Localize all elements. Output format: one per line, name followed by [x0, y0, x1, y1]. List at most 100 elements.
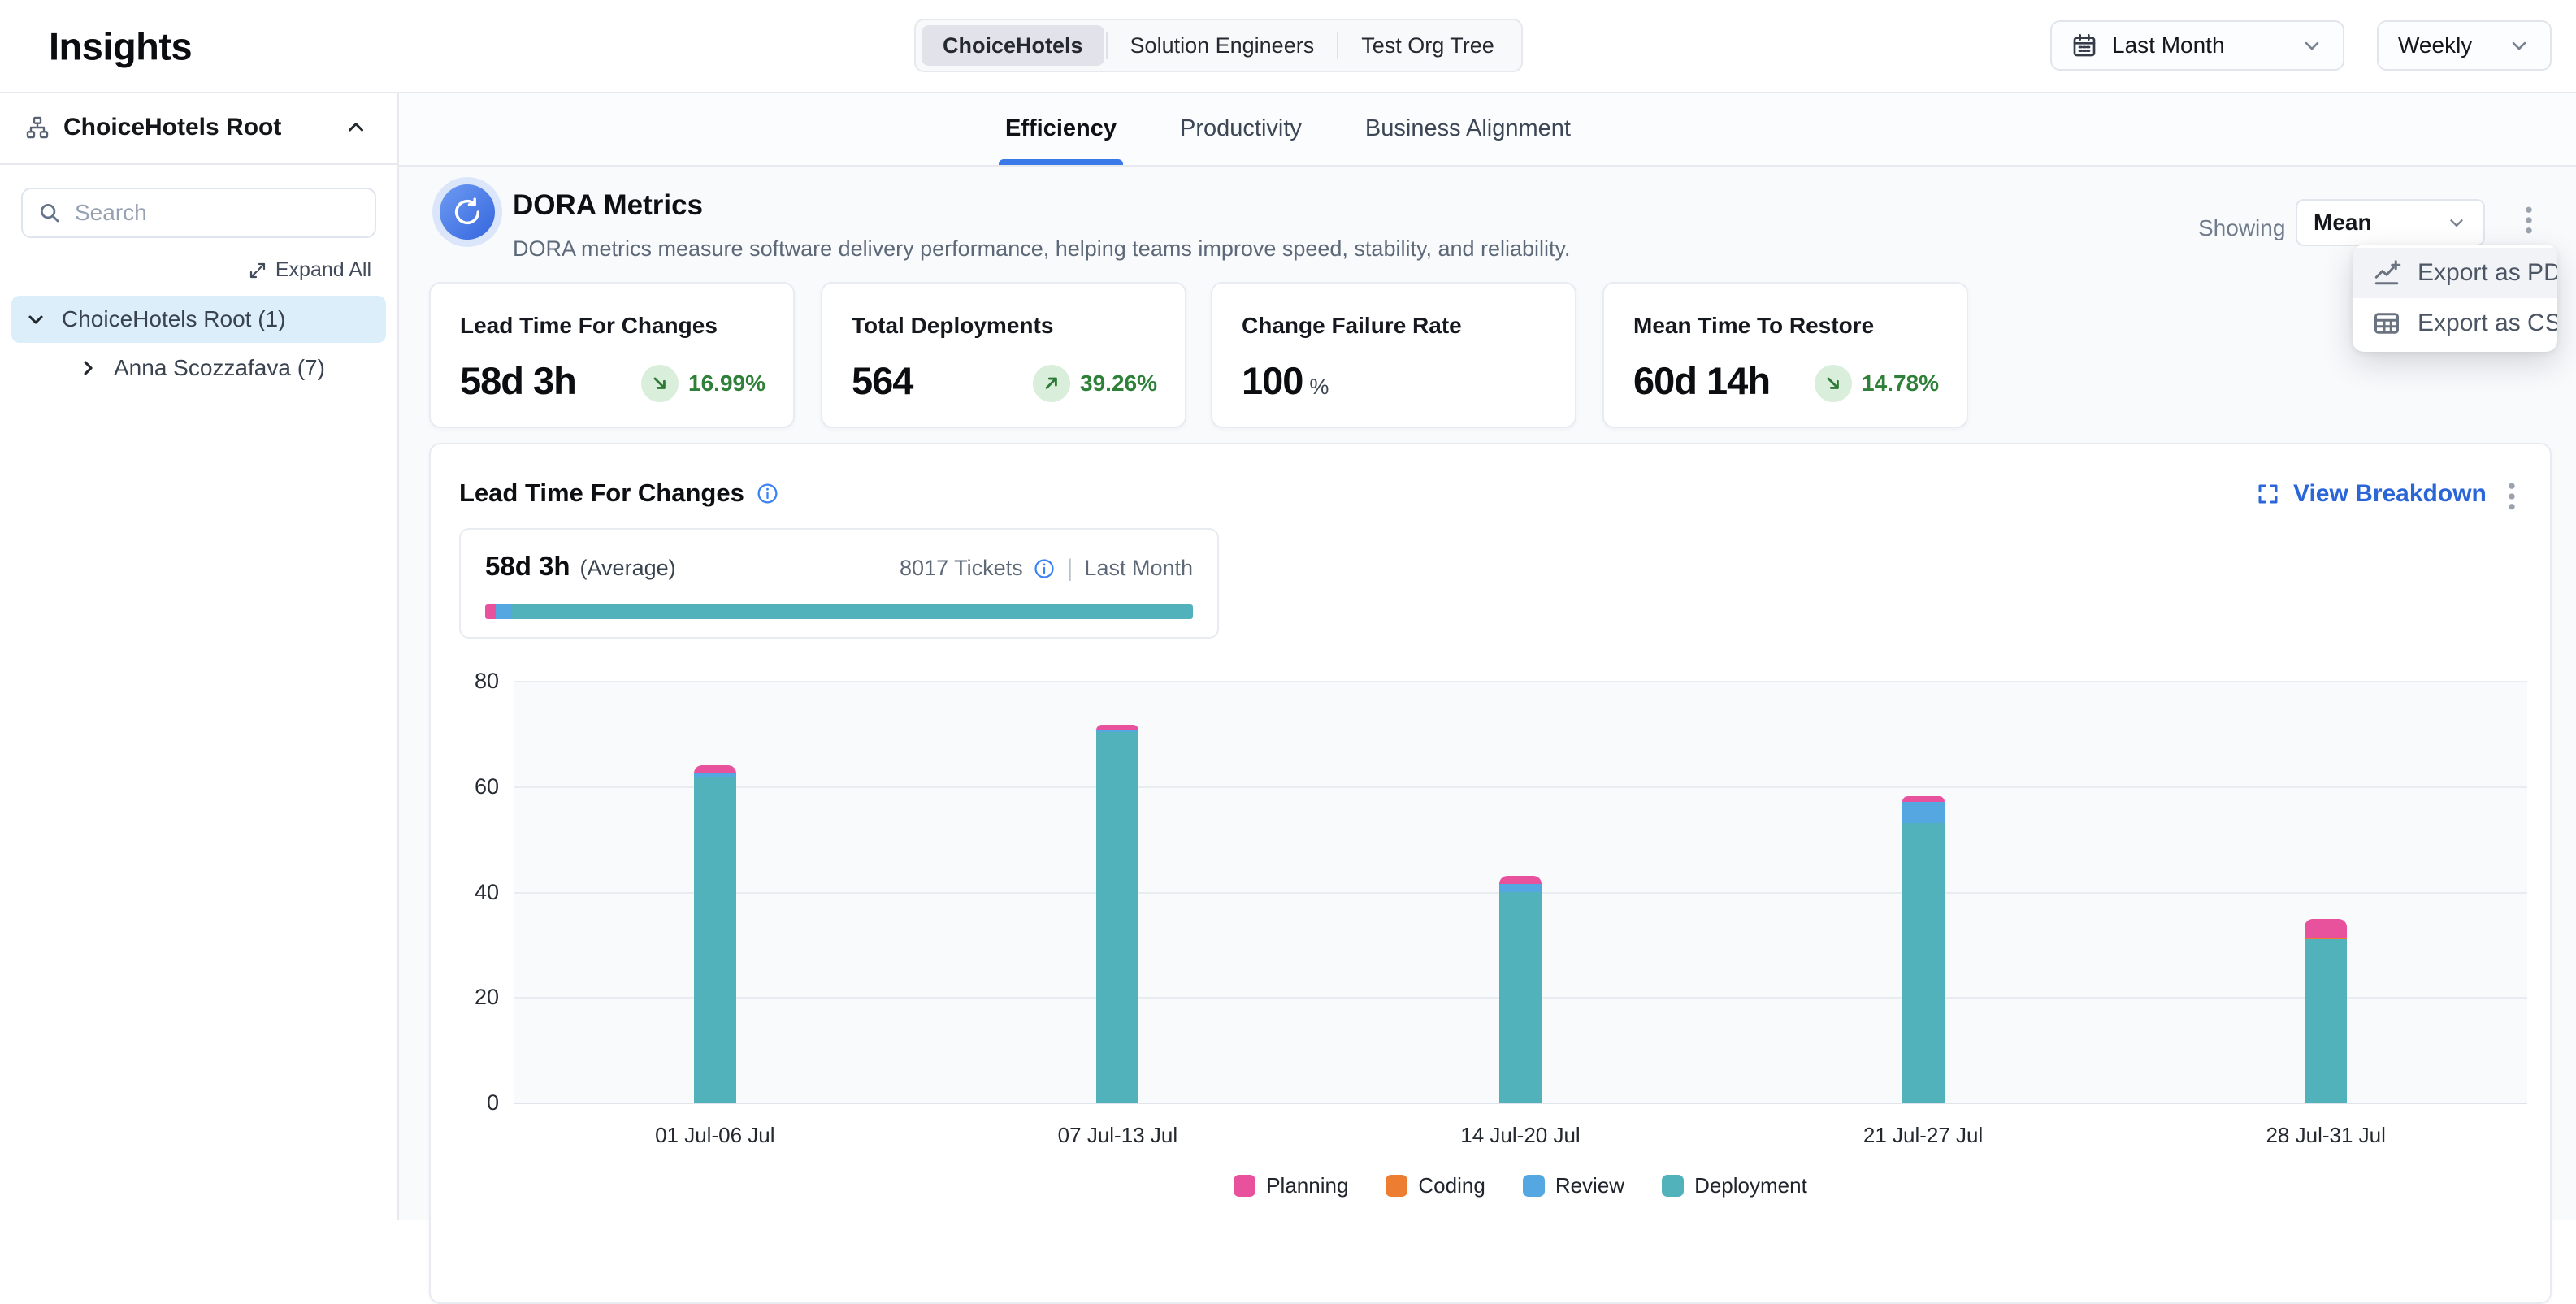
summary-period-label: Last Month — [1084, 556, 1193, 581]
granularity-select[interactable]: Weekly — [2377, 20, 2552, 71]
main-tabs-bar: Efficiency Productivity Business Alignment — [399, 92, 2576, 167]
chevron-down-icon — [2446, 212, 2467, 233]
metric-card-value: 58d 3h — [460, 358, 576, 403]
average-lead-time-value: 58d 3h — [485, 551, 570, 582]
legend-item-deployment[interactable]: Deployment — [1662, 1173, 1807, 1198]
gridline-60 — [514, 786, 2527, 788]
period-select[interactable]: Last Month — [2050, 20, 2344, 71]
legend-label: Planning — [1266, 1173, 1348, 1198]
gridline-80 — [514, 681, 2527, 682]
trend-badge: 16.99% — [641, 365, 765, 402]
legend-item-review[interactable]: Review — [1523, 1173, 1624, 1198]
metric-card-lead-time-for-changes: Lead Time For Changes 58d 3h 16.99% — [429, 282, 795, 428]
x-axis-label: 01 Jul-06 Jul — [585, 1123, 845, 1148]
metric-card-title: Total Deployments — [852, 313, 1053, 339]
bar-28-jul-31-jul[interactable] — [2305, 919, 2347, 1103]
chevron-down-icon[interactable] — [24, 308, 47, 331]
metric-card-title: Change Failure Rate — [1242, 313, 1462, 339]
lead-time-section-title: Lead Time For Changes — [459, 479, 779, 508]
metric-card-value: 100% — [1242, 358, 1329, 403]
search-icon — [37, 201, 62, 225]
tab-business-alignment[interactable]: Business Alignment — [1359, 92, 1577, 165]
bar-07-jul-13-jul[interactable] — [1096, 725, 1138, 1103]
aggregation-select-value: Mean — [2314, 210, 2436, 236]
legend-item-coding[interactable]: Coding — [1386, 1173, 1485, 1198]
lead-time-more-menu-button[interactable] — [2491, 472, 2532, 521]
expand-all-button[interactable]: Expand All — [243, 258, 376, 283]
metric-card-title: Lead Time For Changes — [460, 313, 718, 339]
chevron-down-icon — [2301, 34, 2323, 57]
metric-card-change-failure-rate: Change Failure Rate 100% — [1211, 282, 1576, 428]
menu-item-export-as-pdf[interactable]: Export as PDF — [2353, 248, 2557, 298]
distribution-segment-review — [496, 604, 511, 619]
trend-delta: 39.26% — [1080, 370, 1157, 396]
chevron-down-icon — [2508, 34, 2530, 57]
dora-metrics-title: DORA Metrics — [513, 189, 703, 222]
menu-item-label: Export as CSV — [2418, 310, 2557, 337]
metric-card-value: 564 — [852, 358, 913, 403]
sidebar-collapse-button[interactable] — [339, 110, 373, 145]
bar-01-jul-06-jul[interactable] — [694, 765, 736, 1103]
tab-efficiency[interactable]: Efficiency — [999, 92, 1123, 165]
bar-21-jul-27-jul[interactable] — [1902, 796, 1945, 1103]
chart-export-icon — [2372, 258, 2401, 288]
info-icon[interactable] — [1033, 557, 1056, 580]
legend-swatch — [1386, 1175, 1407, 1197]
granularity-select-value: Weekly — [2398, 32, 2493, 58]
bar-segment-planning — [694, 765, 736, 773]
bar-segment-deployment — [1096, 732, 1138, 1103]
average-qualifier: (Average) — [580, 556, 676, 581]
period-select-value: Last Month — [2112, 32, 2286, 58]
dora-more-menu-button[interactable] — [2509, 196, 2549, 245]
bar-segment-planning — [2305, 919, 2347, 938]
org-switcher: ChoiceHotelsSolution EngineersTest Org T… — [914, 19, 1523, 72]
bar-segment-planning — [1902, 796, 1945, 802]
chevron-right-icon[interactable] — [76, 357, 99, 379]
legend-swatch — [1523, 1175, 1545, 1197]
org-tab-choicehotels[interactable]: ChoiceHotels — [922, 25, 1104, 66]
legend-label: Review — [1555, 1173, 1624, 1198]
tree-node-label: ChoiceHotels Root (1) — [62, 306, 285, 332]
legend-label: Coding — [1418, 1173, 1485, 1198]
legend-label: Deployment — [1694, 1173, 1807, 1198]
metric-card-total-deployments: Total Deployments 564 39.26% — [821, 282, 1186, 428]
legend-item-planning[interactable]: Planning — [1234, 1173, 1348, 1198]
trend-badge: 14.78% — [1815, 365, 1939, 402]
org-tab-solution-engineers[interactable]: Solution Engineers — [1109, 25, 1336, 66]
legend-swatch — [1234, 1175, 1255, 1197]
info-icon[interactable] — [756, 482, 779, 505]
menu-item-export-as-csv[interactable]: Export as CSV — [2353, 298, 2557, 349]
bar-segment-review — [1499, 884, 1542, 892]
trend-delta: 14.78% — [1862, 370, 1939, 396]
view-breakdown-label: View Breakdown — [2293, 480, 2487, 508]
menu-item-label: Export as PDF — [2418, 259, 2557, 287]
tree-node[interactable]: ChoiceHotels Root (1) — [11, 296, 386, 343]
bar-segment-review — [1902, 802, 1945, 823]
aggregation-select[interactable]: Mean — [2296, 199, 2485, 246]
metric-card-unit: % — [1309, 375, 1329, 399]
legend-swatch — [1662, 1175, 1684, 1197]
tab-productivity[interactable]: Productivity — [1173, 92, 1308, 165]
trend-down-icon — [641, 365, 679, 402]
view-breakdown-link[interactable]: View Breakdown — [2256, 480, 2487, 508]
tree-node[interactable]: Anna Scozzafava (7) — [63, 344, 386, 392]
tickets-count: 8017 Tickets — [900, 556, 1023, 581]
x-axis-label: 28 Jul-31 Jul — [2196, 1123, 2456, 1148]
trend-badge: 39.26% — [1033, 365, 1157, 402]
chart-legend: Planning Coding Review Deployment — [514, 1173, 2527, 1198]
dora-icon — [432, 177, 502, 247]
phase-distribution-bar — [485, 604, 1193, 619]
bar-segment-deployment — [1902, 823, 1945, 1103]
segment-divider — [1106, 32, 1108, 59]
metric-card-value: 60d 14h — [1633, 358, 1770, 403]
top-header: Insights ChoiceHotelsSolution EngineersT… — [0, 0, 2576, 93]
expand-all-icon — [248, 261, 267, 280]
search-input[interactable] — [73, 199, 360, 227]
search-box — [21, 188, 376, 238]
distribution-segment-planning — [485, 604, 496, 619]
bar-segment-deployment — [2305, 939, 2347, 1103]
table-icon — [2372, 309, 2401, 338]
y-axis-tick: 0 — [431, 1090, 499, 1116]
org-tab-test-org-tree[interactable]: Test Org Tree — [1340, 25, 1516, 66]
bar-14-jul-20-jul[interactable] — [1499, 876, 1542, 1103]
